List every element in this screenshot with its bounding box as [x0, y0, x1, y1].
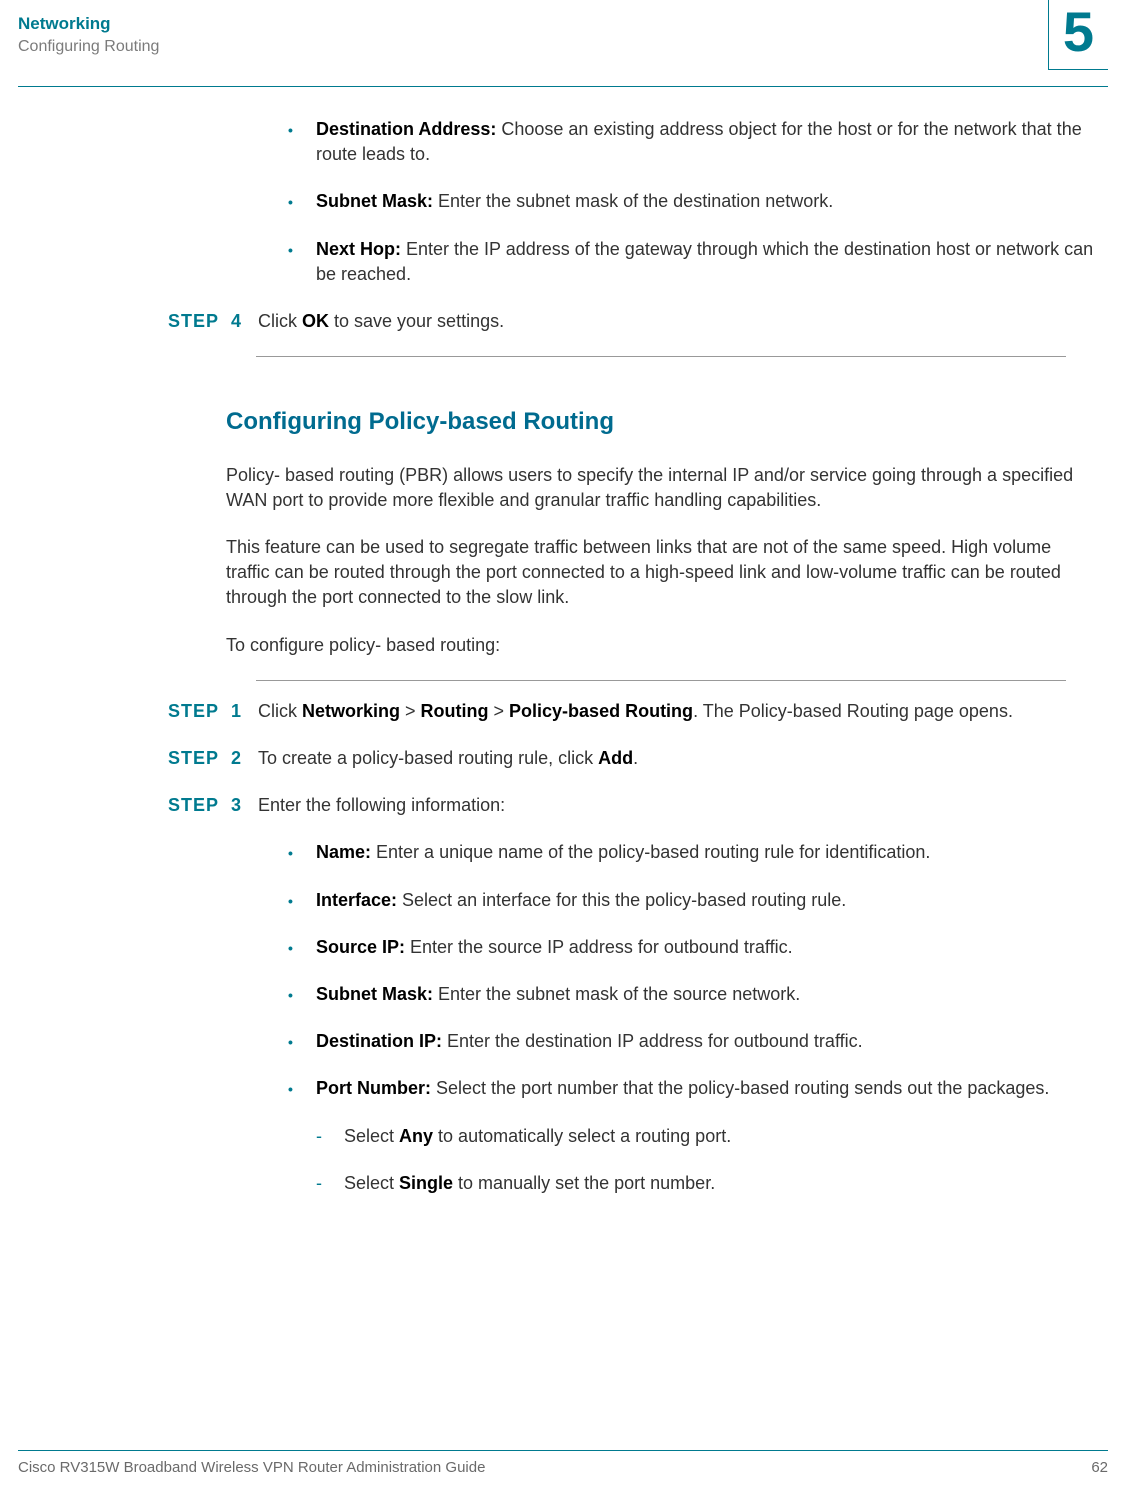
- bullet-text: Destination IP: Enter the destination IP…: [316, 1029, 1096, 1054]
- paragraph: Policy- based routing (PBR) allows users…: [226, 463, 1096, 513]
- chapter-number: 5: [1049, 0, 1108, 60]
- list-item: • Destination IP: Enter the destination …: [288, 1029, 1096, 1054]
- dash-icon: -: [316, 1124, 344, 1149]
- content-area: • Destination Address: Choose an existin…: [0, 87, 1126, 1196]
- step-text: Click OK to save your settings.: [258, 309, 1096, 334]
- bullet-icon: •: [288, 935, 316, 960]
- bullet-icon: •: [288, 117, 316, 167]
- step-4: STEP 4 Click OK to save your settings.: [168, 309, 1096, 334]
- sub-list-item: - Select Any to automatically select a r…: [316, 1124, 1096, 1149]
- list-item: • Subnet Mask: Enter the subnet mask of …: [288, 982, 1096, 1007]
- bullet-icon: •: [288, 1029, 316, 1054]
- bullet-icon: •: [288, 1076, 316, 1101]
- bullet-text: Source IP: Enter the source IP address f…: [316, 935, 1096, 960]
- bullet-text: Next Hop: Enter the IP address of the ga…: [316, 237, 1096, 287]
- step-label: STEP 1: [168, 699, 258, 724]
- step-3: STEP 3 Enter the following information:: [168, 793, 1096, 818]
- step-label: STEP 2: [168, 746, 258, 771]
- bullet-icon: •: [288, 888, 316, 913]
- step-text: To create a policy-based routing rule, c…: [258, 746, 1096, 771]
- paragraph: To configure policy- based routing:: [226, 633, 1096, 658]
- page-header: Networking Configuring Routing 5: [0, 0, 1126, 86]
- list-item: • Name: Enter a unique name of the polic…: [288, 840, 1096, 865]
- header-subtitle: Configuring Routing: [18, 38, 1108, 56]
- bullet-text: Interface: Select an interface for this …: [316, 888, 1096, 913]
- bullet-icon: •: [288, 840, 316, 865]
- step-1: STEP 1 Click Networking > Routing > Poli…: [168, 699, 1096, 724]
- bullet-icon: •: [288, 237, 316, 287]
- sub-list-item: - Select Single to manually set the port…: [316, 1171, 1096, 1196]
- list-item: • Interface: Select an interface for thi…: [288, 888, 1096, 913]
- bullet-text: Name: Enter a unique name of the policy-…: [316, 840, 1096, 865]
- bullet-icon: •: [288, 189, 316, 214]
- section-divider: [256, 356, 1066, 357]
- step-2: STEP 2 To create a policy-based routing …: [168, 746, 1096, 771]
- step-text: Enter the following information:: [258, 793, 1096, 818]
- dash-icon: -: [316, 1171, 344, 1196]
- top-bullet-list: • Destination Address: Choose an existin…: [288, 117, 1096, 287]
- sub-list: - Select Any to automatically select a r…: [316, 1124, 1096, 1196]
- list-item: • Destination Address: Choose an existin…: [288, 117, 1096, 167]
- header-title: Networking: [18, 14, 1108, 34]
- bullet-icon: •: [288, 982, 316, 1007]
- list-item: • Next Hop: Enter the IP address of the …: [288, 237, 1096, 287]
- bullet-text: Subnet Mask: Enter the subnet mask of th…: [316, 982, 1096, 1007]
- steps-divider: [256, 680, 1066, 681]
- list-item: • Source IP: Enter the source IP address…: [288, 935, 1096, 960]
- chapter-box: 5: [1048, 0, 1108, 70]
- page-number: 62: [1091, 1459, 1108, 1476]
- sub-text: Select Any to automatically select a rou…: [344, 1124, 731, 1149]
- pbr-bullet-list: • Name: Enter a unique name of the polic…: [288, 840, 1096, 1101]
- section-heading: Configuring Policy-based Routing: [226, 405, 1096, 439]
- bullet-text: Subnet Mask: Enter the subnet mask of th…: [316, 189, 1096, 214]
- footer-title: Cisco RV315W Broadband Wireless VPN Rout…: [18, 1459, 485, 1476]
- step-label: STEP 3: [168, 793, 258, 818]
- bullet-text: Port Number: Select the port number that…: [316, 1076, 1096, 1101]
- list-item: • Port Number: Select the port number th…: [288, 1076, 1096, 1101]
- page-footer: Cisco RV315W Broadband Wireless VPN Rout…: [18, 1450, 1108, 1476]
- step-text: Click Networking > Routing > Policy-base…: [258, 699, 1096, 724]
- paragraph: This feature can be used to segregate tr…: [226, 535, 1096, 611]
- step-label: STEP 4: [168, 309, 258, 334]
- sub-text: Select Single to manually set the port n…: [344, 1171, 715, 1196]
- bullet-text: Destination Address: Choose an existing …: [316, 117, 1096, 167]
- list-item: • Subnet Mask: Enter the subnet mask of …: [288, 189, 1096, 214]
